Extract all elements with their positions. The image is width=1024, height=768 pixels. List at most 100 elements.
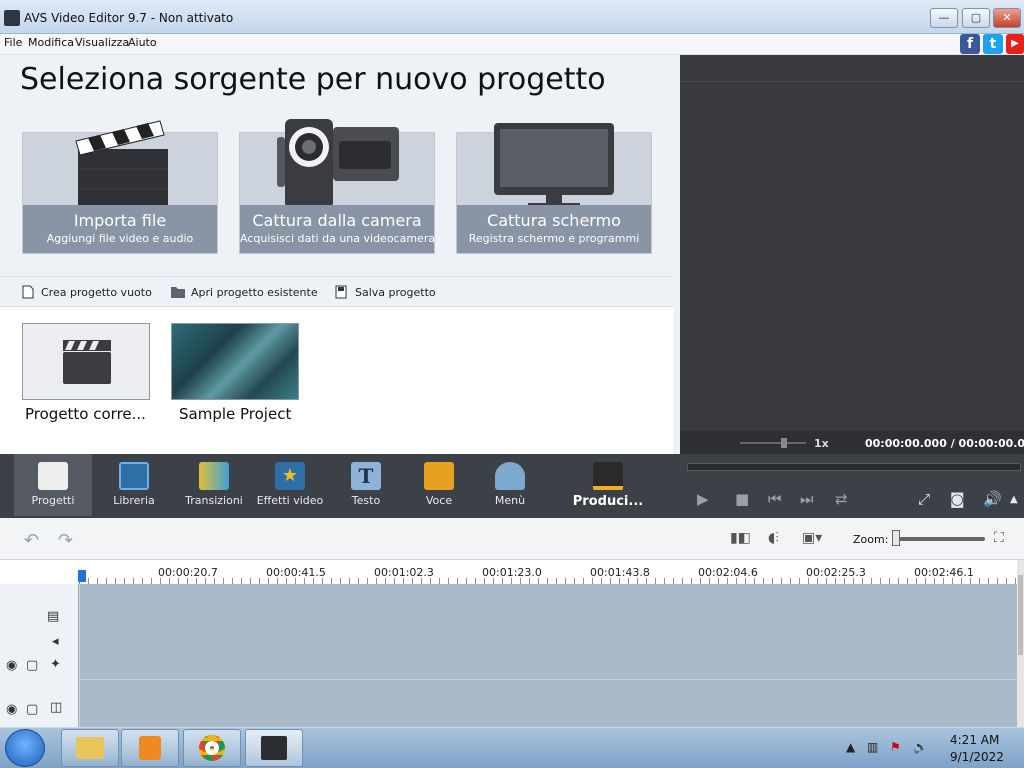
redo-icon[interactable]: ↷ xyxy=(58,530,73,551)
snapshot-icon[interactable]: ◙ xyxy=(950,490,965,508)
open-project-button[interactable]: Apri progetto esistente xyxy=(191,286,318,299)
time-display: 00:00:00.000 / 00:00:00.000 xyxy=(865,437,1024,450)
menu-aiuto[interactable]: Aiuto xyxy=(128,36,157,49)
tab-text[interactable]: T Testo xyxy=(330,454,402,516)
fit-timeline-icon[interactable]: ⛶ xyxy=(994,530,1004,546)
play-icon[interactable]: ▶ xyxy=(697,490,709,508)
import-file-card[interactable]: Importa file Aggiungi file video e audio xyxy=(22,120,218,254)
audio-mute-icon[interactable]: ◂ xyxy=(52,634,59,649)
clapperboard-icon xyxy=(75,120,168,207)
eye-icon[interactable]: ◉ xyxy=(6,658,17,673)
menu-file[interactable]: File xyxy=(4,36,22,49)
text-icon: T xyxy=(351,462,381,490)
maximize-button[interactable]: ▢ xyxy=(962,8,990,28)
avs-icon xyxy=(261,736,287,760)
monitor-icon xyxy=(494,123,614,209)
taskbar-explorer[interactable] xyxy=(61,729,119,767)
speed-slider[interactable] xyxy=(740,442,806,444)
playhead[interactable] xyxy=(78,570,86,582)
tab-label: Progetti xyxy=(31,494,75,507)
window-title: AVS Video Editor 9.7 - Non attivato xyxy=(24,11,234,25)
media-player-icon xyxy=(139,736,161,760)
facebook-icon[interactable]: f xyxy=(960,34,980,54)
microphone-icon xyxy=(424,462,454,490)
disc-menu-icon xyxy=(495,462,525,490)
action-center-icon[interactable]: ⚑ xyxy=(890,740,901,754)
close-button[interactable]: ✕ xyxy=(993,8,1021,28)
tab-video-effects[interactable]: ★ Effetti video xyxy=(254,454,326,516)
app-icon xyxy=(4,10,20,26)
transition-icon xyxy=(199,462,229,490)
twitter-icon[interactable]: t xyxy=(983,34,1003,54)
speed-label: 1x xyxy=(814,437,829,450)
new-file-icon xyxy=(22,285,34,299)
volume-icon[interactable]: 🔈 xyxy=(913,740,928,754)
clock-time[interactable]: 4:21 AM xyxy=(950,733,999,747)
save-icon xyxy=(335,285,347,299)
capture-camera-title: Cattura dalla camera xyxy=(252,211,422,230)
volume-icon[interactable]: 🔊 xyxy=(983,490,1002,508)
tab-label: Transizioni xyxy=(185,494,243,507)
project-thumbnail-current[interactable] xyxy=(22,323,150,400)
show-hidden-icons[interactable]: ▲ xyxy=(846,740,855,754)
next-frame-icon[interactable]: ⏭ xyxy=(800,490,814,508)
fullscreen-icon[interactable]: ⤢ xyxy=(918,490,930,508)
create-empty-project-button[interactable]: Crea progetto vuoto xyxy=(41,286,152,299)
folder-icon xyxy=(76,737,104,759)
youtube-icon[interactable]: ▶ xyxy=(1006,34,1024,54)
chrome-icon xyxy=(199,735,225,761)
page-title: Seleziona sorgente per nuovo progetto xyxy=(20,62,606,97)
capture-screen-title: Cattura schermo xyxy=(487,211,621,230)
audio-mixer-icon[interactable]: ◖⫶ xyxy=(768,530,779,546)
project-thumbnail-sample[interactable] xyxy=(171,323,299,400)
taskbar-media-player[interactable] xyxy=(121,729,179,767)
effects-track-icon: ✦ xyxy=(50,657,61,672)
lock-icon[interactable]: ▢ xyxy=(26,658,38,673)
zoom-slider[interactable] xyxy=(893,537,985,541)
project-label[interactable]: Sample Project xyxy=(179,405,291,423)
produce-icon xyxy=(593,462,623,490)
split-icon[interactable]: ▮◧ xyxy=(730,530,751,546)
minimize-button[interactable]: — xyxy=(930,8,958,28)
tab-label: Menù xyxy=(494,494,526,507)
seek-bar[interactable] xyxy=(687,463,1021,471)
taskbar-chrome[interactable] xyxy=(183,729,241,767)
produce-button[interactable]: Produci... xyxy=(570,454,646,516)
tab-transitions[interactable]: Transizioni xyxy=(178,454,250,516)
preview-window xyxy=(680,55,1024,454)
project-label[interactable]: Progetto corre... xyxy=(25,405,146,423)
speed-slider-handle[interactable] xyxy=(781,438,787,448)
scrollbar-thumb[interactable] xyxy=(1018,575,1023,655)
clock-date[interactable]: 9/1/2022 xyxy=(950,750,1004,764)
loop-icon[interactable]: ⇄ xyxy=(835,490,848,508)
tab-label: Effetti video xyxy=(256,494,324,507)
overlay-track-icon: ◫ xyxy=(50,700,63,715)
taskbar-avs-video-editor[interactable] xyxy=(245,729,303,767)
previous-frame-icon[interactable]: ⏮ xyxy=(768,490,782,508)
tab-projects[interactable]: Progetti xyxy=(14,454,92,516)
folder-icon xyxy=(171,287,185,298)
stop-icon[interactable]: ■ xyxy=(735,490,749,508)
timeline-tracks[interactable] xyxy=(80,584,1017,727)
tab-voice[interactable]: Voce xyxy=(403,454,475,516)
zoom-label: Zoom: xyxy=(853,533,889,546)
tab-label: Libreria xyxy=(113,494,155,507)
view-mode-icon[interactable]: ▣▾ xyxy=(802,530,822,546)
undo-icon[interactable]: ↶ xyxy=(24,530,39,551)
save-project-button[interactable]: Salva progetto xyxy=(355,286,436,299)
volume-dropdown-icon[interactable]: ▲ xyxy=(1010,494,1018,505)
tab-menu[interactable]: Menù xyxy=(474,454,546,516)
divider xyxy=(680,81,1024,82)
clapperboard-icon xyxy=(38,462,68,490)
zoom-slider-handle[interactable] xyxy=(892,530,900,546)
capture-screen-card[interactable]: Cattura schermo Registra schermo e progr… xyxy=(456,123,652,254)
lock-icon[interactable]: ▢ xyxy=(26,702,38,717)
capture-camera-card[interactable]: Cattura dalla camera Acquisisci dati da … xyxy=(239,119,435,254)
menu-visualizza[interactable]: Visualizza xyxy=(75,36,129,49)
menu-modifica[interactable]: Modifica xyxy=(28,36,74,49)
network-icon[interactable]: ▥ xyxy=(867,740,878,754)
tab-library[interactable]: Libreria xyxy=(98,454,170,516)
eye-icon[interactable]: ◉ xyxy=(6,702,17,717)
tab-label: Voce xyxy=(425,494,453,507)
start-button[interactable] xyxy=(5,729,45,767)
